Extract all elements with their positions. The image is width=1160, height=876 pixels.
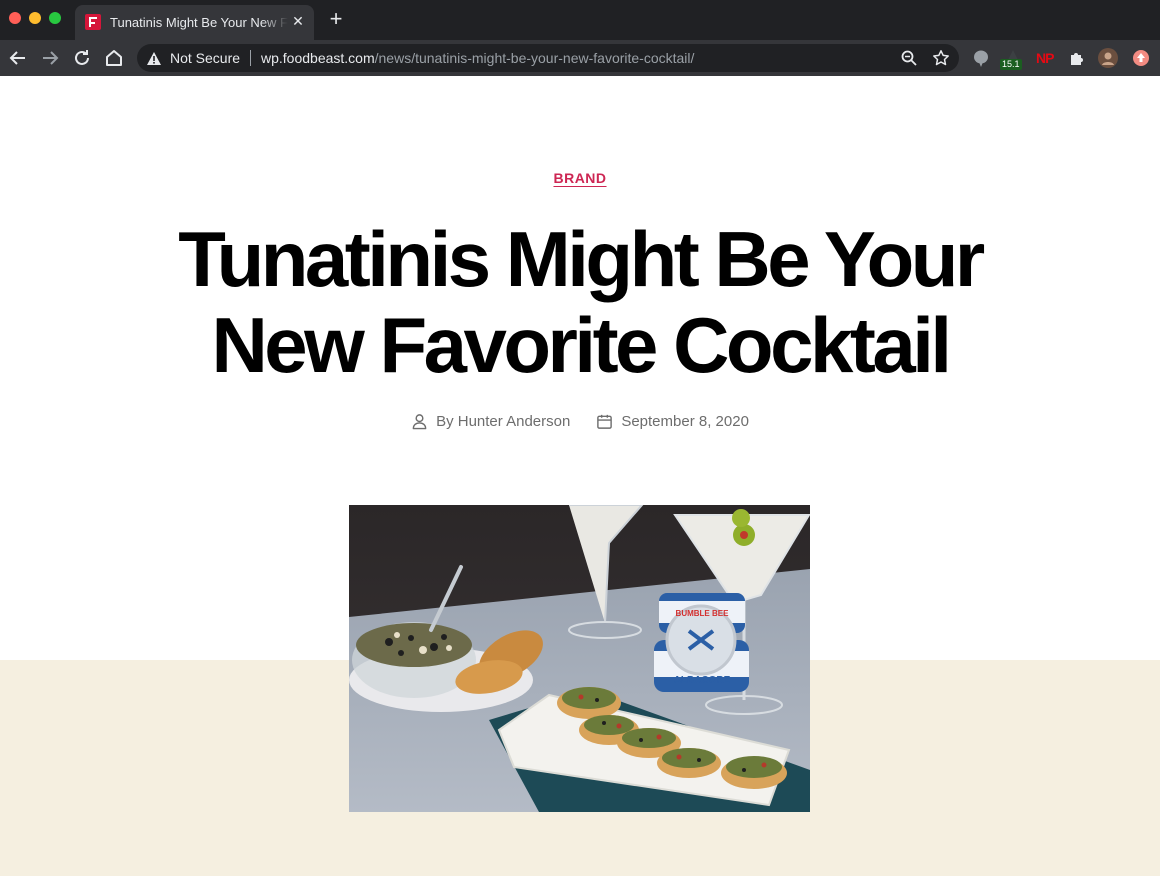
tab-strip: Tunatinis Might Be Your New Favorite Coc… — [0, 0, 1160, 40]
speech-bubble-extension-icon[interactable] — [971, 48, 991, 68]
post-meta: By Hunter Anderson September 8, 2020 — [0, 413, 1160, 430]
article-title: Tunatinis Might Be Your New Favorite Coc… — [178, 215, 985, 389]
url-text[interactable]: wp.foodbeast.com/news/tunatinis-might-be… — [261, 50, 694, 66]
security-status-label[interactable]: Not Secure — [170, 50, 240, 66]
zoom-icon[interactable] — [900, 49, 918, 67]
user-icon — [412, 414, 427, 430]
browser-toolbar: Not Secure wp.foodbeast.com/news/tunatin… — [0, 40, 1160, 76]
url-path: /news/tunatinis-might-be-your-new-favori… — [374, 50, 695, 66]
reload-button[interactable] — [70, 46, 94, 70]
post-author: By Hunter Anderson — [411, 413, 570, 430]
category-row: BRAND — [0, 170, 1160, 188]
omnibox-divider — [250, 50, 251, 66]
can-brand-label: BUMBLE BEE — [676, 609, 730, 618]
date-link[interactable]: September 8, 2020 — [621, 413, 749, 430]
warning-icon — [147, 52, 161, 65]
browser-tab[interactable]: Tunatinis Might Be Your New Favorite Coc… — [75, 5, 314, 40]
maximize-window-button[interactable] — [49, 12, 61, 24]
extensions-puzzle-icon[interactable] — [1067, 48, 1087, 68]
calendar-icon — [597, 414, 613, 429]
tab-close-button[interactable]: ✕ — [290, 13, 306, 29]
forward-button[interactable] — [38, 46, 62, 70]
new-tab-button[interactable]: + — [325, 8, 347, 30]
update-extension-icon[interactable] — [1131, 48, 1151, 68]
category-link[interactable]: BRAND — [553, 170, 606, 186]
can-product-label: ALBACORE — [674, 675, 731, 686]
netflix-party-extension-icon[interactable]: NP — [1036, 48, 1056, 68]
minimize-window-button[interactable] — [29, 12, 41, 24]
tunatini-photo: BUMBLE BEE ALBACORE — [349, 505, 810, 812]
author-link[interactable]: By Hunter Anderson — [436, 413, 570, 430]
home-button[interactable] — [102, 46, 126, 70]
forward-arrow-icon — [43, 51, 59, 65]
extension-badge: 15.1 — [1000, 59, 1022, 70]
address-bar[interactable]: Not Secure wp.foodbeast.com/news/tunatin… — [137, 44, 959, 72]
tab-title: Tunatinis Might Be Your New Favorite Coc… — [110, 15, 288, 30]
post-date: September 8, 2020 — [596, 413, 749, 430]
url-host: wp.foodbeast.com — [261, 50, 375, 66]
back-button[interactable] — [6, 46, 30, 70]
bookmark-star-icon[interactable] — [932, 49, 950, 67]
back-arrow-icon — [9, 51, 25, 65]
foodbeast-favicon-icon — [85, 14, 101, 30]
article-page: BRAND Tunatinis Might Be Your New Favori… — [0, 76, 1160, 876]
close-window-button[interactable] — [9, 12, 21, 24]
profile-avatar[interactable] — [1098, 48, 1118, 68]
reload-icon — [75, 50, 89, 65]
featured-image: BUMBLE BEE ALBACORE — [349, 505, 810, 812]
home-icon — [106, 50, 122, 66]
